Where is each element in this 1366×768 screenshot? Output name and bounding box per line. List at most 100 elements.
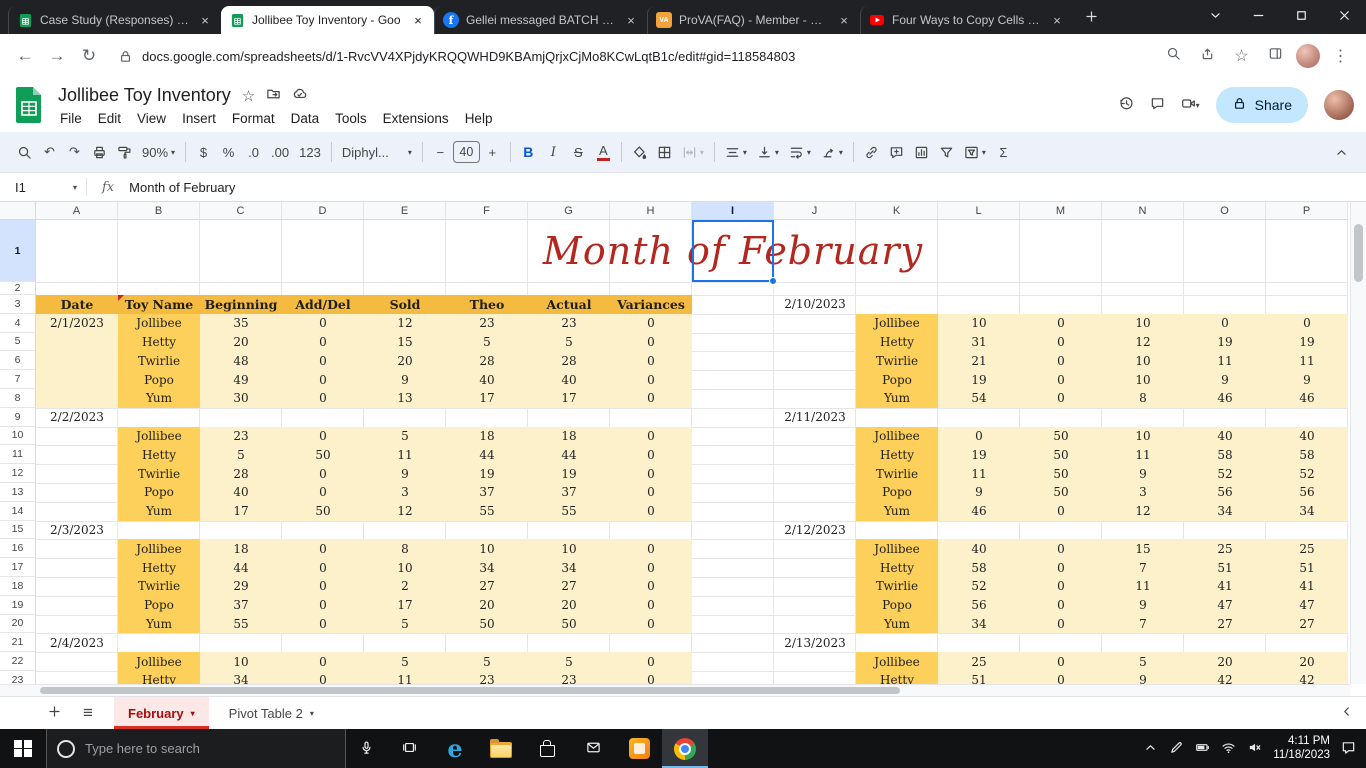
row-header-22[interactable]: 22 bbox=[0, 652, 36, 671]
redo-button[interactable]: ↷ bbox=[62, 139, 87, 165]
column-header-M[interactable]: M bbox=[1020, 202, 1102, 220]
toy-name-cell[interactable]: Popo bbox=[118, 483, 200, 502]
value-cell[interactable]: 40 bbox=[528, 370, 610, 389]
row-header-21[interactable]: 21 bbox=[0, 633, 36, 653]
column-header-K[interactable]: K bbox=[856, 202, 938, 220]
empty-cell[interactable] bbox=[36, 332, 118, 352]
sheet-tab-february[interactable]: February ▾ bbox=[114, 697, 209, 729]
zoom-indicator-icon[interactable] bbox=[1160, 43, 1187, 70]
value-cell[interactable]: 15 bbox=[1102, 539, 1184, 559]
font-select[interactable]: Diphyl... ▾ bbox=[337, 139, 417, 165]
value-cell[interactable]: 37 bbox=[200, 595, 282, 615]
insert-chart-button[interactable] bbox=[909, 139, 934, 165]
value-cell[interactable]: 37 bbox=[446, 483, 528, 502]
value-cell[interactable]: 28 bbox=[528, 351, 610, 371]
value-cell[interactable]: 47 bbox=[1184, 595, 1266, 615]
column-header-I[interactable]: I bbox=[692, 202, 774, 220]
font-size-input[interactable]: 40 bbox=[452, 141, 480, 163]
value-cell[interactable]: 0 bbox=[282, 483, 364, 502]
column-header-A[interactable]: A bbox=[36, 202, 118, 220]
value-cell[interactable]: 0 bbox=[282, 313, 364, 333]
toy-name-cell[interactable]: Hetty bbox=[856, 445, 938, 465]
name-box[interactable]: I1 ▾ bbox=[0, 180, 86, 195]
value-cell[interactable]: 18 bbox=[446, 426, 528, 446]
undo-button[interactable]: ↶ bbox=[37, 139, 62, 165]
table-header-cell[interactable]: Add/Del bbox=[282, 295, 364, 314]
taskbar-app-edge[interactable]: e bbox=[432, 729, 478, 768]
column-header-L[interactable]: L bbox=[938, 202, 1020, 220]
value-cell[interactable]: 0 bbox=[610, 332, 692, 352]
value-cell[interactable]: 5 bbox=[528, 332, 610, 352]
network-indicator[interactable] bbox=[1221, 740, 1236, 758]
value-cell[interactable]: 0 bbox=[610, 426, 692, 446]
value-cell[interactable]: 9 bbox=[1102, 671, 1184, 684]
star-icon[interactable]: ☆ bbox=[242, 87, 255, 105]
filter-views-button[interactable]: ▾ bbox=[959, 139, 991, 165]
toy-name-cell[interactable]: Twirlie bbox=[118, 577, 200, 596]
table-header-cell[interactable]: Actual bbox=[528, 295, 610, 314]
fill-handle[interactable] bbox=[769, 277, 777, 285]
column-header-J[interactable]: J bbox=[774, 202, 856, 220]
value-cell[interactable]: 0 bbox=[610, 671, 692, 684]
toy-name-cell[interactable]: Yum bbox=[856, 614, 938, 634]
value-cell[interactable]: 15 bbox=[364, 332, 446, 352]
date-cell[interactable]: 2/10/2023 bbox=[774, 295, 856, 314]
value-cell[interactable]: 10 bbox=[528, 539, 610, 559]
value-cell[interactable]: 20 bbox=[1266, 652, 1348, 671]
value-cell[interactable]: 0 bbox=[1020, 313, 1102, 333]
browser-profile-avatar[interactable] bbox=[1296, 44, 1320, 68]
value-cell[interactable]: 0 bbox=[1020, 389, 1102, 408]
table-header-cell[interactable]: Variances bbox=[610, 295, 692, 314]
row-header-8[interactable]: 8 bbox=[0, 389, 36, 408]
tab-close-button[interactable]: × bbox=[410, 12, 426, 28]
value-cell[interactable]: 0 bbox=[1020, 501, 1102, 521]
doc-title[interactable]: Jollibee Toy Inventory bbox=[58, 85, 231, 106]
value-cell[interactable]: 34 bbox=[528, 558, 610, 577]
value-cell[interactable]: 40 bbox=[938, 539, 1020, 559]
value-cell[interactable]: 17 bbox=[446, 389, 528, 408]
value-cell[interactable]: 48 bbox=[200, 351, 282, 371]
value-cell[interactable]: 0 bbox=[610, 558, 692, 577]
value-cell[interactable]: 11 bbox=[1184, 351, 1266, 371]
value-cell[interactable]: 42 bbox=[1266, 671, 1348, 684]
toy-name-cell[interactable]: Twirlie bbox=[856, 351, 938, 371]
horizontal-scrollbar-thumb[interactable] bbox=[40, 687, 900, 694]
value-cell[interactable]: 11 bbox=[938, 464, 1020, 483]
toy-name-cell[interactable]: Twirlie bbox=[118, 464, 200, 483]
value-cell[interactable]: 23 bbox=[528, 313, 610, 333]
toy-name-cell[interactable]: Hetty bbox=[118, 332, 200, 352]
toy-name-cell[interactable]: Yum bbox=[856, 389, 938, 408]
browser-tab[interactable]: Case Study (Responses) - Go × bbox=[8, 6, 221, 34]
select-all-corner[interactable] bbox=[0, 202, 36, 220]
insert-link-button[interactable] bbox=[859, 139, 884, 165]
value-cell[interactable]: 0 bbox=[610, 501, 692, 521]
value-cell[interactable]: 9 bbox=[1102, 595, 1184, 615]
column-header-O[interactable]: O bbox=[1184, 202, 1266, 220]
tray-expand-button[interactable] bbox=[1143, 740, 1158, 758]
row-header-4[interactable]: 4 bbox=[0, 313, 36, 333]
taskbar-app-mail[interactable] bbox=[570, 729, 616, 768]
toy-name-cell[interactable]: Hetty bbox=[856, 558, 938, 577]
value-cell[interactable]: 19 bbox=[528, 464, 610, 483]
forward-button[interactable]: → bbox=[42, 41, 72, 71]
value-cell[interactable]: 29 bbox=[200, 577, 282, 596]
value-cell[interactable]: 25 bbox=[1266, 539, 1348, 559]
functions-button[interactable]: Σ bbox=[991, 139, 1016, 165]
value-cell[interactable]: 30 bbox=[200, 389, 282, 408]
value-cell[interactable]: 0 bbox=[1020, 558, 1102, 577]
action-center-button[interactable] bbox=[1341, 740, 1356, 758]
side-panel-button[interactable] bbox=[1262, 43, 1289, 70]
value-cell[interactable]: 40 bbox=[446, 370, 528, 389]
column-header-D[interactable]: D bbox=[282, 202, 364, 220]
value-cell[interactable]: 10 bbox=[1102, 313, 1184, 333]
task-view-button[interactable] bbox=[386, 729, 432, 768]
value-cell[interactable]: 5 bbox=[446, 652, 528, 671]
menu-format[interactable]: Format bbox=[224, 108, 283, 129]
horizontal-align-button[interactable]: ▾ bbox=[720, 139, 752, 165]
value-cell[interactable]: 42 bbox=[1184, 671, 1266, 684]
value-cell[interactable]: 12 bbox=[1102, 332, 1184, 352]
row-header-23[interactable]: 23 bbox=[0, 671, 36, 684]
value-cell[interactable]: 40 bbox=[1184, 426, 1266, 446]
row-header-9[interactable]: 9 bbox=[0, 407, 36, 427]
value-cell[interactable]: 10 bbox=[446, 539, 528, 559]
